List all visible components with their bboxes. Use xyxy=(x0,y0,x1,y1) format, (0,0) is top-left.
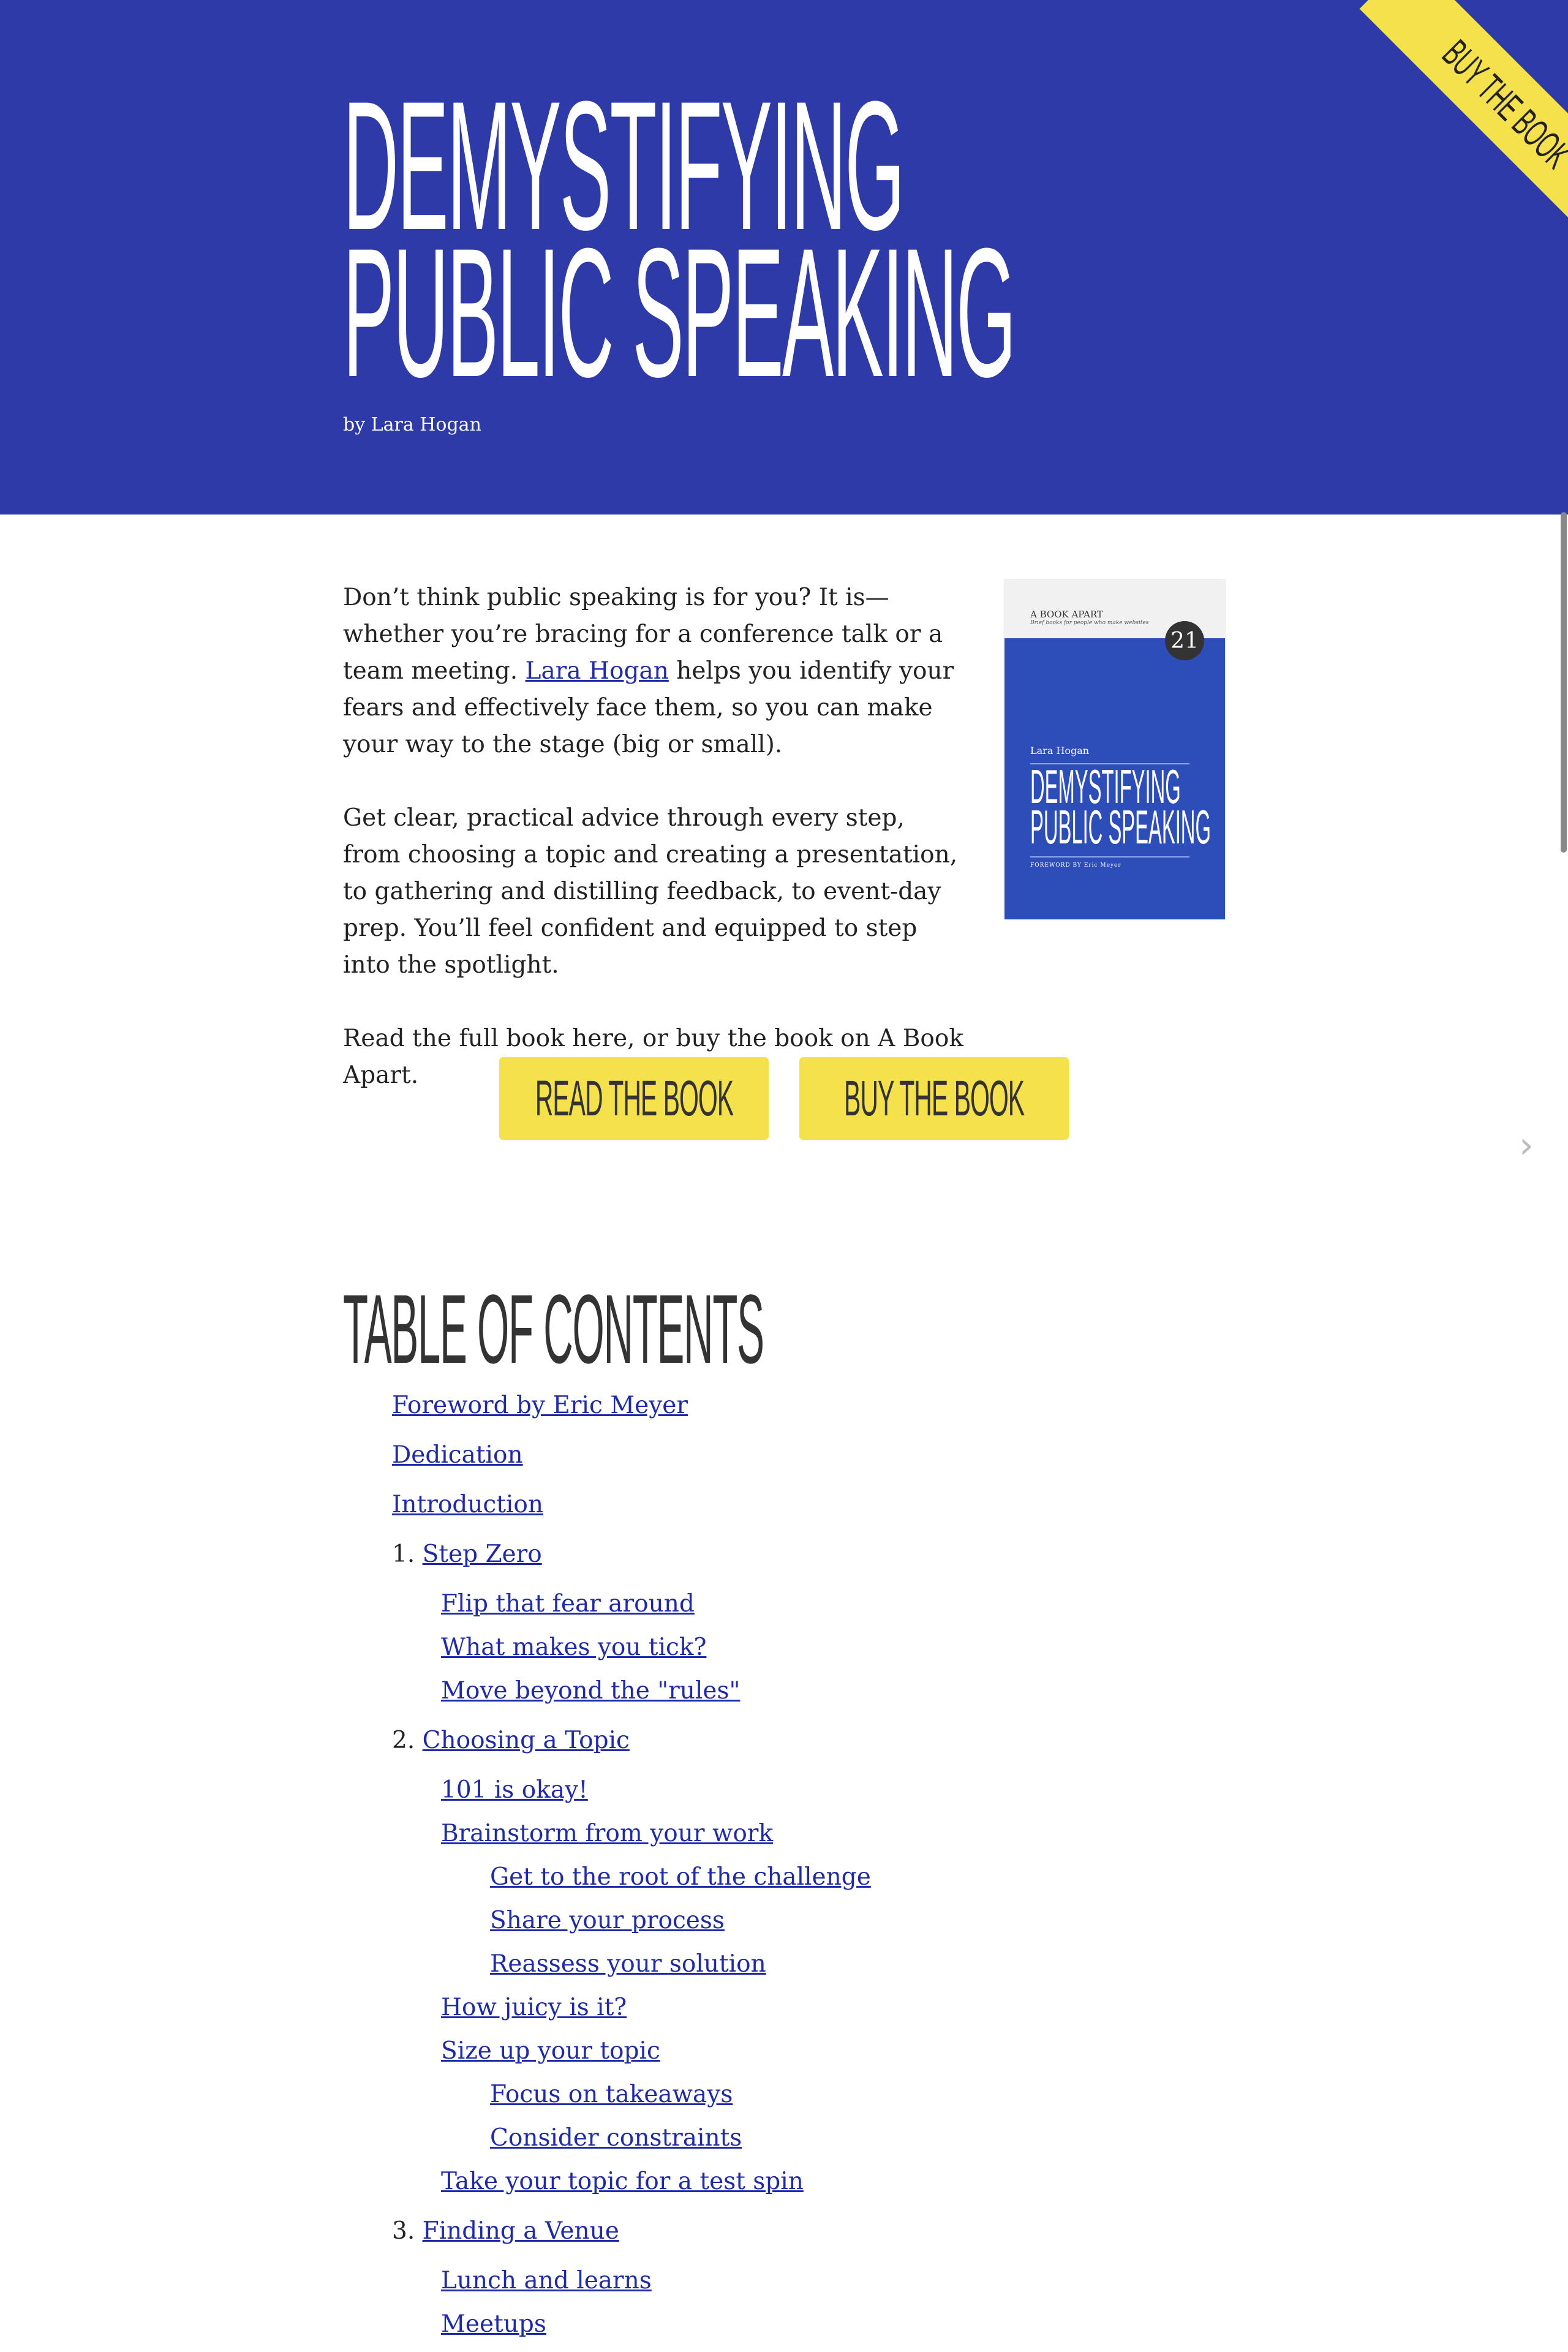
toc-link[interactable]: Get to the root of the challenge xyxy=(490,1863,871,1891)
description-paragraph-1: Don’t think public speaking is for you? … xyxy=(343,579,968,763)
cover-title: DEMYSTIFYING PUBLIC SPEAKING xyxy=(1030,763,1211,854)
toc-item: Flip that fear around xyxy=(441,1589,695,1619)
toc-link[interactable]: Finding a Venue xyxy=(423,2217,619,2245)
toc-link[interactable]: How juicy is it? xyxy=(441,1994,627,2021)
toc-item: 2. Choosing a Topic xyxy=(392,1725,630,1756)
toc-link[interactable]: Take your topic for a test spin xyxy=(441,2168,804,2195)
toc-link[interactable]: Size up your topic xyxy=(441,2037,660,2065)
toc-link[interactable]: 101 is okay! xyxy=(441,1776,588,1804)
toc-link[interactable]: Reassess your solution xyxy=(490,1950,766,1978)
toc-item-number: 1. xyxy=(392,1540,415,1568)
toc-item: Dedication xyxy=(392,1440,523,1471)
toc-item: Introduction xyxy=(392,1490,543,1520)
cover-title-line-2: PUBLIC SPEAKING xyxy=(1030,800,1211,854)
book-description: Don’t think public speaking is for you? … xyxy=(343,579,968,1131)
toc-link[interactable]: What makes you tick? xyxy=(441,1634,706,1661)
ribbon-label: BUY THE BOOK xyxy=(1434,31,1568,177)
toc-item: Reassess your solution xyxy=(490,1949,766,1980)
toc-item: Foreword by Eric Meyer xyxy=(392,1390,688,1421)
toc-item-number: 2. xyxy=(392,1727,415,1754)
cover-author: Lara Hogan xyxy=(1030,745,1090,756)
buy-button-label: BUY THE BOOK xyxy=(843,1070,1025,1126)
toc-item: Lunch and learns xyxy=(441,2266,652,2296)
toc-link[interactable]: Flip that fear around xyxy=(441,1590,695,1618)
toc-link[interactable]: Dedication xyxy=(392,1441,523,1469)
read-the-book-button[interactable]: READ THE BOOK xyxy=(499,1057,769,1140)
buy-the-book-ribbon[interactable]: BUY THE BOOK xyxy=(1359,0,1568,252)
toc-item: Consider constraints xyxy=(490,2123,742,2154)
toc-item: 101 is okay! xyxy=(441,1775,588,1806)
toc-item: 3. Finding a Venue xyxy=(392,2216,619,2247)
toc-item: What makes you tick? xyxy=(441,1632,706,1663)
toc-link[interactable]: Introduction xyxy=(392,1491,543,1518)
scrollbar-thumb[interactable] xyxy=(1561,512,1567,853)
toc-item: Focus on takeaways xyxy=(490,2079,733,2110)
read-button-label: READ THE BOOK xyxy=(535,1070,733,1126)
toc-item: Size up your topic xyxy=(441,2036,660,2067)
toc-item: 1. Step Zero xyxy=(392,1539,542,1570)
buy-ribbon-container: BUY THE BOOK xyxy=(1311,0,1568,257)
toc-item-number: 3. xyxy=(392,2217,415,2245)
toc-item: Meetups xyxy=(441,2309,546,2340)
toc-link[interactable]: Share your process xyxy=(490,1907,725,1934)
author-byline: by Lara Hogan xyxy=(343,414,481,435)
book-cover-image: A BOOK APART Brief books for people who … xyxy=(1005,579,1225,919)
page-title: DEMYSTIFYING PUBLIC SPEAKING xyxy=(343,74,1016,415)
toc-link[interactable]: Step Zero xyxy=(423,1540,542,1568)
cover-foreword: FOREWORD BY Eric Meyer xyxy=(1030,862,1121,869)
toc-link[interactable]: Brainstorm from your work xyxy=(441,1820,773,1847)
page-title-line-2: PUBLIC SPEAKING xyxy=(343,209,1016,415)
toc-item: Brainstorm from your work xyxy=(441,1819,773,1849)
chevron-right-icon[interactable]: › xyxy=(1519,1124,1534,1167)
cover-number-badge: 21 xyxy=(1165,621,1204,660)
author-link[interactable]: Lara Hogan xyxy=(526,657,669,685)
toc-item: Get to the root of the challenge xyxy=(490,1862,871,1893)
toc-link[interactable]: Consider constraints xyxy=(490,2124,742,2152)
toc-item: Move beyond the "rules" xyxy=(441,1676,740,1706)
description-paragraph-2: Get clear, practical advice through ever… xyxy=(343,804,958,979)
toc-item: Share your process xyxy=(490,1905,725,1936)
toc-heading: TABLE OF CONTENTS xyxy=(343,1274,764,1384)
toc-item: Take your topic for a test spin xyxy=(441,2166,804,2197)
toc-link[interactable]: Focus on takeaways xyxy=(490,2081,733,2108)
toc-item: How juicy is it? xyxy=(441,1992,627,2023)
toc-link[interactable]: Move beyond the "rules" xyxy=(441,1677,740,1705)
buy-the-book-button[interactable]: BUY THE BOOK xyxy=(799,1057,1069,1140)
cover-divider xyxy=(1030,856,1189,858)
cover-tagline: Brief books for people who make websites xyxy=(1030,620,1149,626)
toc-link[interactable]: Meetups xyxy=(441,2310,546,2338)
toc-link[interactable]: Choosing a Topic xyxy=(423,1727,630,1754)
toc-link[interactable]: Lunch and learns xyxy=(441,2267,652,2294)
cover-publisher: A BOOK APART xyxy=(1030,609,1103,620)
toc-link[interactable]: Foreword by Eric Meyer xyxy=(392,1392,688,1419)
hero-banner: DEMYSTIFYING PUBLIC SPEAKING by Lara Hog… xyxy=(0,0,1568,514)
